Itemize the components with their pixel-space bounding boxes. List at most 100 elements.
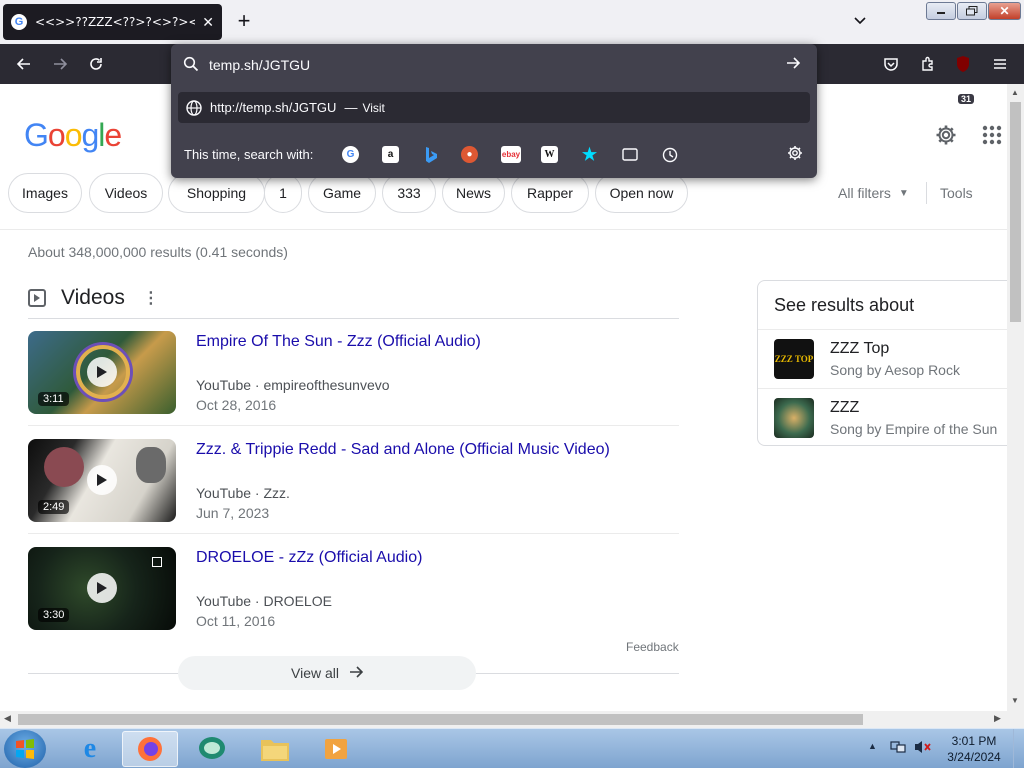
scroll-left-arrow-icon[interactable]: ◀ xyxy=(4,713,11,724)
caret-down-icon: ▼ xyxy=(898,187,909,199)
app-menu-button[interactable] xyxy=(988,52,1012,76)
play-icon xyxy=(87,465,117,495)
new-tab-button[interactable]: + xyxy=(232,10,256,34)
video-duration: 3:30 xyxy=(38,608,70,622)
chip-rapper[interactable]: Rapper xyxy=(511,173,589,213)
close-icon: ✕ xyxy=(999,4,1010,18)
video-thumbnail[interactable]: 2:49 xyxy=(28,439,176,522)
view-all-button[interactable]: View all xyxy=(178,656,476,690)
window-restore-button[interactable] xyxy=(957,2,987,20)
search-settings-button[interactable] xyxy=(787,145,803,166)
tools-button[interactable]: Tools xyxy=(940,185,973,201)
reload-button[interactable] xyxy=(84,52,108,76)
logo-letter: g xyxy=(81,117,99,153)
gear-icon xyxy=(936,125,956,145)
window-minimize-button[interactable] xyxy=(926,2,956,20)
video-date: Oct 11, 2016 xyxy=(196,613,276,629)
window-close-button[interactable]: ✕ xyxy=(988,2,1021,20)
volume-muted-icon[interactable] xyxy=(914,739,932,760)
url-input[interactable] xyxy=(209,54,769,76)
chip-333[interactable]: 333 xyxy=(382,173,436,213)
wikipedia-engine-icon[interactable]: W xyxy=(541,146,558,163)
taskbar-firefox[interactable] xyxy=(122,731,178,767)
scroll-down-arrow-icon[interactable]: ▼ xyxy=(1011,696,1019,705)
taskbar-file-explorer[interactable] xyxy=(247,731,303,767)
google-engine-icon[interactable]: G xyxy=(342,146,359,163)
taskbar-app-green[interactable] xyxy=(184,731,240,767)
video-duration: 3:11 xyxy=(38,392,69,406)
entity-name: ZZZ xyxy=(830,399,860,416)
google-apps-button[interactable] xyxy=(981,124,1003,151)
video-result[interactable]: 3:11 Empire Of The Sun - Zzz (Official A… xyxy=(28,319,679,427)
browser-tab[interactable]: G <<>>??ZZZ<??>?<>?><?>< ✕ xyxy=(3,4,222,40)
suggestion-action: Visit xyxy=(362,100,385,115)
scrollbar-thumb[interactable] xyxy=(18,714,863,725)
firefox-icon xyxy=(138,737,162,761)
video-source: YouTube · DROELOE xyxy=(196,593,332,609)
show-hidden-icons-button[interactable]: ▲ xyxy=(868,741,877,751)
arrow-left-icon xyxy=(16,58,30,70)
more-options-icon[interactable]: ⋮ xyxy=(143,288,159,308)
scrollbar-thumb[interactable] xyxy=(1010,102,1021,322)
pocket-button[interactable] xyxy=(879,52,903,76)
forward-button[interactable] xyxy=(48,52,72,76)
taskbar-internet-explorer[interactable]: e xyxy=(62,731,118,767)
feedback-link[interactable]: Feedback xyxy=(626,640,679,654)
video-title-link[interactable]: DROELOE - zZz (Official Audio) xyxy=(196,549,422,567)
all-filters-button[interactable]: All filters ▼ xyxy=(838,185,909,201)
suggestion-separator: — xyxy=(344,100,358,115)
related-entity[interactable]: ZZZ Song by Empire of the Sun xyxy=(758,388,1008,446)
chip-open-now[interactable]: Open now xyxy=(595,173,688,213)
system-clock[interactable]: 3:01 PM 3/24/2024 xyxy=(940,733,1008,765)
history-clock-icon[interactable] xyxy=(661,146,678,163)
thumbnail-logo-text: ZZZ TOP xyxy=(774,354,814,364)
apps-grid-icon xyxy=(982,125,1002,145)
horizontal-scrollbar[interactable]: ◀ ▶ xyxy=(0,711,1007,728)
go-button[interactable] xyxy=(785,55,801,76)
see-results-about-panel: See results about ZZZ TOP ZZZ Top Song b… xyxy=(757,280,1008,446)
bing-engine-icon[interactable] xyxy=(422,146,439,163)
chip-news[interactable]: News xyxy=(442,173,505,213)
quick-settings-button[interactable] xyxy=(934,123,958,152)
chip-images[interactable]: Images xyxy=(8,173,82,213)
chip-1[interactable]: 1 xyxy=(264,173,302,213)
clock-time: 3:01 PM xyxy=(951,734,997,748)
tab-close-icon[interactable]: ✕ xyxy=(202,14,214,31)
chip-shopping[interactable]: Shopping xyxy=(168,173,265,213)
back-button[interactable] xyxy=(12,52,36,76)
url-suggestion-row[interactable]: http://temp.sh/JGTGU — Visit xyxy=(178,92,810,123)
videos-heading: Videos xyxy=(61,286,125,309)
video-title-link[interactable]: Zzz. & Trippie Redd - Sad and Alone (Off… xyxy=(196,441,610,459)
ebay-engine-icon[interactable]: ebay xyxy=(501,146,521,163)
ublock-origin-button[interactable] xyxy=(951,52,975,76)
windows-taskbar: e ▲ 3:01 PM 3/24/2024 xyxy=(0,728,1024,768)
taskbar-media-player[interactable] xyxy=(308,731,364,767)
start-button[interactable] xyxy=(4,730,46,768)
google-logo[interactable]: Google xyxy=(24,117,122,154)
vertical-scrollbar[interactable]: ▲ ▼ xyxy=(1007,84,1024,712)
list-all-tabs-button[interactable] xyxy=(852,12,876,32)
expand-icon xyxy=(152,557,162,567)
video-result[interactable]: 2:49 Zzz. & Trippie Redd - Sad and Alone… xyxy=(28,427,679,535)
tabs-icon[interactable] xyxy=(621,146,638,163)
scroll-right-arrow-icon[interactable]: ▶ xyxy=(994,713,1001,724)
video-result[interactable]: 3:30 DROELOE - zZz (Official Audio) YouT… xyxy=(28,535,679,643)
scroll-up-arrow-icon[interactable]: ▲ xyxy=(1011,88,1019,97)
duckduckgo-engine-icon[interactable]: ● xyxy=(461,146,478,163)
video-thumbnail[interactable]: 3:30 xyxy=(28,547,176,630)
video-thumbnail[interactable]: 3:11 xyxy=(28,331,176,414)
bookmarks-star-icon[interactable]: ★ xyxy=(581,145,598,164)
related-entity[interactable]: ZZZ TOP ZZZ Top Song by Aesop Rock xyxy=(758,329,1008,387)
scrollbar-corner xyxy=(1007,711,1024,728)
amazon-engine-icon[interactable]: a xyxy=(382,146,399,163)
video-date: Oct 28, 2016 xyxy=(196,397,277,413)
chip-game[interactable]: Game xyxy=(308,173,376,213)
show-desktop-button[interactable] xyxy=(1013,729,1024,768)
divider xyxy=(28,425,679,426)
network-icon[interactable] xyxy=(890,739,906,760)
clock-date: 3/24/2024 xyxy=(947,750,1001,764)
thumbnail-art xyxy=(44,447,84,487)
chip-videos[interactable]: Videos xyxy=(89,173,163,213)
extensions-button[interactable] xyxy=(916,52,940,76)
video-title-link[interactable]: Empire Of The Sun - Zzz (Official Audio) xyxy=(196,333,481,351)
